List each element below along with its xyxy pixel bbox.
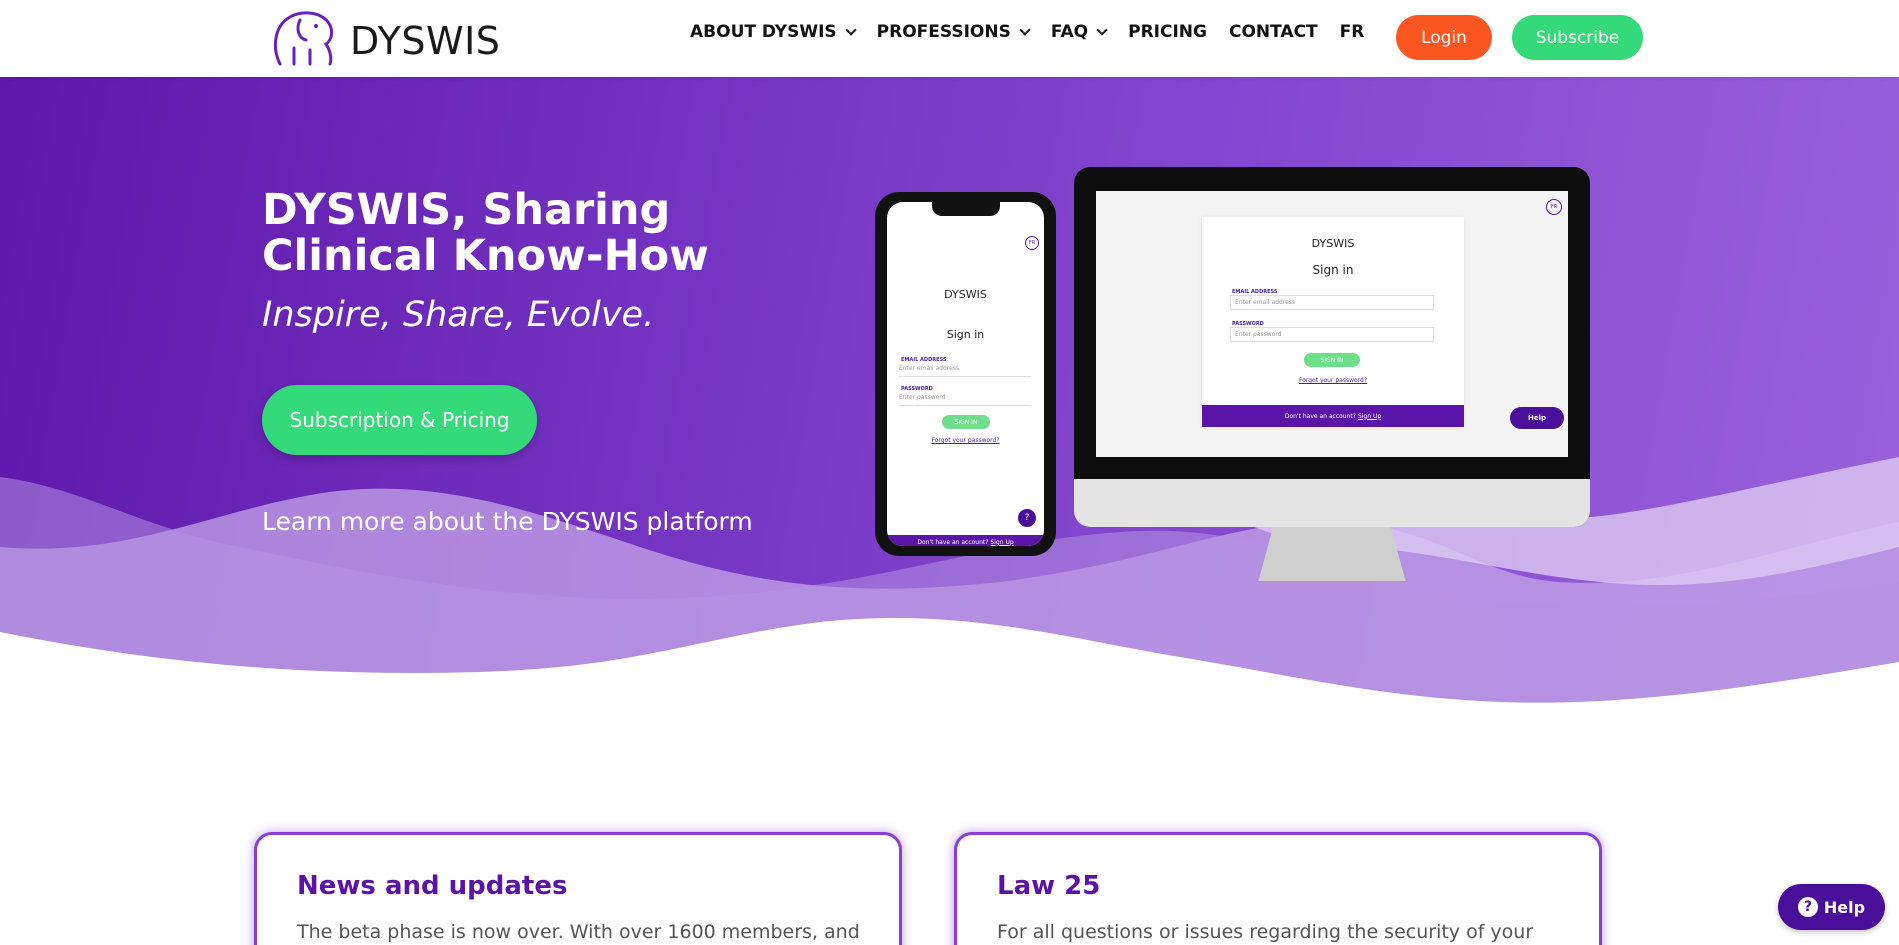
news-card: News and updates The beta phase is now o… bbox=[254, 832, 902, 945]
hero-tagline: Inspire, Share, Evolve. bbox=[262, 295, 655, 335]
phone-signin-title: Sign in bbox=[946, 328, 985, 341]
desktop-signup-link: Sign Up bbox=[1357, 412, 1382, 420]
elephant-logo-icon bbox=[273, 11, 334, 66]
news-card-text: The beta phase is now over. With over 16… bbox=[297, 921, 860, 943]
main-nav: ABOUT DYSWIS PROFESSIONS FAQ PRICING CON… bbox=[690, 22, 1364, 42]
desktop-signin-card: DYSWIS Sign in EMAIL ADDRESS Enter email… bbox=[1202, 217, 1464, 427]
logo[interactable]: DYSWIS bbox=[270, 8, 500, 70]
law25-card-title: Law 25 bbox=[997, 871, 1101, 901]
help-button[interactable]: ? Help bbox=[1778, 884, 1885, 930]
hero-section: DYSWIS, Sharing Clinical Know-How Inspir… bbox=[0, 77, 1899, 737]
help-button-label: Help bbox=[1823, 897, 1866, 917]
law25-card-text: For all questions or issues regarding th… bbox=[997, 921, 1534, 943]
nav-professions[interactable]: PROFESSIONS bbox=[876, 22, 1031, 42]
chevron-down-icon bbox=[1019, 24, 1031, 36]
chevron-down-icon bbox=[844, 24, 857, 36]
phone-notch bbox=[932, 202, 1000, 216]
desktop-help-button: Help bbox=[1510, 407, 1564, 429]
phone-signin-button: SIGN IN bbox=[942, 415, 990, 429]
hero-title: DYSWIS, Sharing Clinical Know-How bbox=[262, 185, 709, 281]
nav-pricing-label: PRICING bbox=[1128, 22, 1207, 42]
page: DYSWIS ABOUT DYSWIS PROFESSIONS FAQ PRIC… bbox=[0, 0, 1899, 945]
chevron-down-icon bbox=[1096, 24, 1108, 36]
learn-more-link[interactable]: Learn more about the DYSWIS platform bbox=[262, 507, 753, 536]
phone-signup-link: Sign Up bbox=[990, 538, 1014, 546]
logo-text: DYSWIS bbox=[350, 19, 501, 63]
monitor-chin bbox=[1074, 479, 1590, 527]
site-header: DYSWIS ABOUT DYSWIS PROFESSIONS FAQ PRIC… bbox=[0, 0, 1899, 77]
desktop-password-input: Enter password bbox=[1230, 327, 1434, 342]
desktop-mockup: FR DYSWIS Sign in EMAIL ADDRESS Enter em… bbox=[1074, 167, 1590, 527]
phone-brand: DYSWIS bbox=[944, 288, 987, 301]
nav-about[interactable]: ABOUT DYSWIS bbox=[690, 22, 857, 42]
subscribe-button[interactable]: Subscribe bbox=[1512, 15, 1643, 60]
phone-signup-bar: Don't have an account? Sign Up bbox=[887, 535, 1044, 546]
desktop-signin-title: Sign in bbox=[1312, 263, 1354, 277]
login-button[interactable]: Login bbox=[1396, 15, 1492, 60]
desktop-signin-button: SIGN IN bbox=[1304, 353, 1360, 367]
question-icon: ? bbox=[1797, 897, 1818, 917]
phone-no-account-text: Don't have an account? bbox=[917, 538, 989, 546]
phone-mockup: FR DYSWIS Sign in EMAIL ADDRESS Enter em… bbox=[875, 192, 1056, 556]
nav-language-label: FR bbox=[1339, 22, 1365, 42]
phone-screen: FR DYSWIS Sign in EMAIL ADDRESS Enter em… bbox=[887, 202, 1044, 546]
nav-contact[interactable]: CONTACT bbox=[1229, 22, 1318, 42]
phone-help-icon: ? bbox=[1018, 509, 1036, 527]
news-card-title: News and updates bbox=[297, 871, 568, 901]
phone-forgot-link: Forgot your password? bbox=[931, 437, 1000, 444]
phone-password-input: Enter password bbox=[899, 391, 1031, 406]
desktop-signup-bar: Don't have an account? Sign Up bbox=[1202, 405, 1464, 427]
phone-email-input: Enter email address bbox=[899, 362, 1031, 377]
nav-pricing[interactable]: PRICING bbox=[1128, 22, 1207, 42]
desktop-email-input: Enter email address bbox=[1230, 295, 1434, 310]
nav-contact-label: CONTACT bbox=[1228, 22, 1318, 42]
subscription-pricing-button[interactable]: Subscription & Pricing bbox=[262, 385, 537, 455]
law25-card: Law 25 For all questions or issues regar… bbox=[954, 832, 1602, 945]
desktop-no-account-text: Don't have an account? bbox=[1284, 412, 1356, 420]
desktop-brand: DYSWIS bbox=[1311, 237, 1355, 250]
nav-faq[interactable]: FAQ bbox=[1050, 22, 1108, 42]
nav-faq-label: FAQ bbox=[1050, 22, 1089, 42]
desktop-forgot-link: Forgot your password? bbox=[1298, 377, 1368, 384]
nav-language-fr[interactable]: FR bbox=[1340, 22, 1365, 42]
nav-about-label: ABOUT DYSWIS bbox=[690, 22, 837, 42]
phone-lang-badge: FR bbox=[1025, 236, 1039, 250]
desktop-lang-badge: FR bbox=[1546, 199, 1562, 215]
nav-professions-label: PROFESSIONS bbox=[876, 22, 1011, 42]
desktop-screen: FR DYSWIS Sign in EMAIL ADDRESS Enter em… bbox=[1096, 191, 1568, 457]
